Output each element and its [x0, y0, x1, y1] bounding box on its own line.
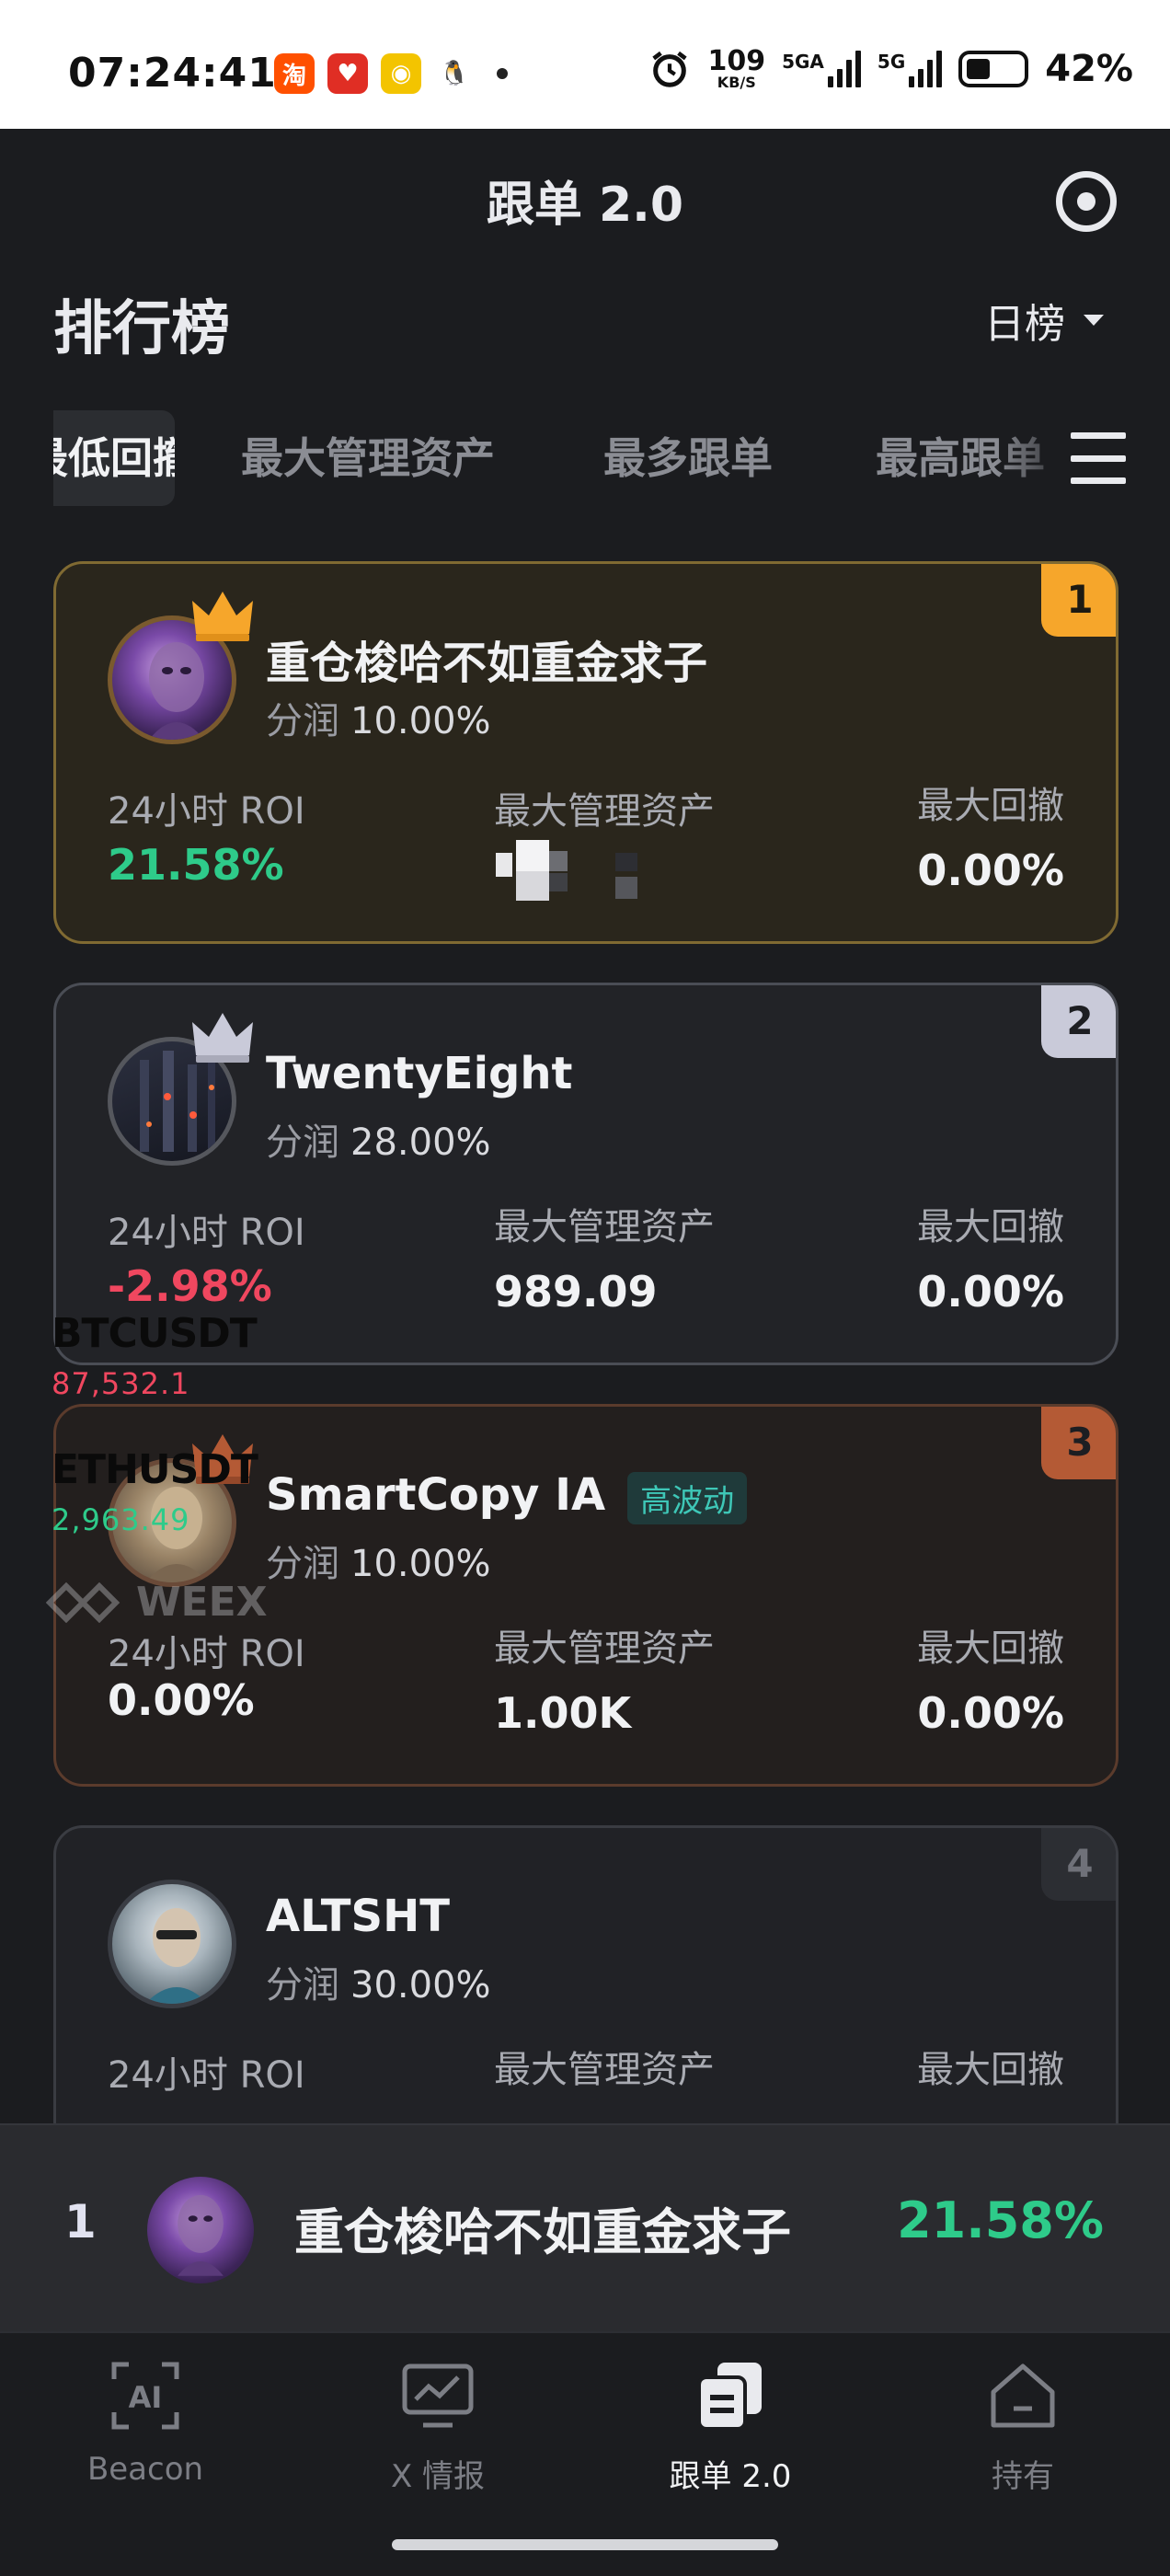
rank-badge: 4	[1041, 1828, 1116, 1901]
drawdown-label: 最大回撤	[917, 785, 1064, 827]
tab-most-copies[interactable]: 最多跟单	[603, 410, 773, 506]
roi-label: 24小时 ROI	[108, 2054, 305, 2097]
profit-share: 分润 10.00%	[266, 1543, 491, 1585]
network-speed: 109 KB/S	[707, 45, 766, 91]
signal-5g-icon: 5G	[878, 51, 943, 87]
profit-share: 分润 28.00%	[266, 1121, 491, 1164]
pinduoduo-icon: ♥	[327, 53, 368, 94]
weex-watermark: WEEX	[46, 1579, 268, 1626]
battery-icon	[958, 51, 1029, 87]
roi-label: 24小时 ROI	[108, 1633, 305, 1675]
pinned-rank: 1	[64, 2195, 97, 2248]
trader-card[interactable]: 1 重仓梭哈不如重金求子 分润 10.00% 24小时 ROI 最大管理资产 最大…	[53, 561, 1118, 944]
aum-label: 最大管理资产	[494, 1206, 715, 1248]
avatar[interactable]	[108, 1880, 236, 2008]
nav-beacon[interactable]: AI Beacon	[44, 2359, 247, 2488]
home-icon	[986, 2359, 1060, 2432]
rank-badge: 2	[1041, 985, 1116, 1058]
tab-max-aum[interactable]: 最大管理资产	[241, 410, 495, 506]
weibo-icon: ◉	[381, 53, 421, 94]
aum-value: 1.00K	[494, 1688, 632, 1738]
masked-aum-value	[496, 840, 643, 904]
ticker-price: 87,532.1	[52, 1366, 190, 1401]
ticker-btc[interactable]: BTCUSDT 87,532.1	[52, 1310, 258, 1401]
roi-label: 24小时 ROI	[108, 1212, 305, 1254]
qq-icon: 🐧	[434, 53, 475, 94]
roi-value: 0.00%	[108, 1675, 255, 1725]
ticker-price: 2,963.49	[52, 1502, 190, 1537]
taobao-icon: 淘	[274, 53, 315, 94]
pinned-roi: 21.58%	[897, 2191, 1104, 2249]
tabs-fade	[995, 410, 1078, 506]
rank-badge: 3	[1041, 1407, 1116, 1479]
roi-value: 21.58%	[108, 840, 284, 890]
status-bar: 07:24:41 淘 ♥ ◉ 🐧 109 KB/S 5GA 5G 42%	[0, 0, 1170, 129]
profit-share: 分润 10.00%	[266, 700, 491, 742]
page-title: 排行榜	[53, 295, 230, 363]
monitor-chart-icon	[401, 2359, 475, 2432]
trader-name: TwentyEight	[266, 1048, 573, 1099]
alarm-icon	[652, 51, 688, 87]
avatar	[147, 2177, 254, 2283]
profit-share: 分润 30.00%	[266, 1964, 491, 2007]
more-notifications-dot	[497, 68, 508, 79]
signal-5ga-icon: 5GA	[782, 51, 861, 87]
aum-label: 最大管理资产	[494, 790, 715, 833]
pinned-name: 重仓梭哈不如重金求子	[294, 2203, 791, 2261]
ticker-symbol: BTCUSDT	[52, 1310, 258, 1357]
svg-text:AI: AI	[129, 2380, 163, 2415]
battery-percent: 42%	[1045, 48, 1133, 90]
menu-icon[interactable]	[1071, 432, 1126, 484]
weex-logo-icon	[46, 1581, 120, 1623]
tab-lowest-drawdown[interactable]: 最低回撤	[53, 410, 175, 506]
gold-crown-icon	[192, 592, 253, 641]
drawdown-label: 最大回撤	[917, 1627, 1064, 1670]
target-icon[interactable]	[1056, 171, 1117, 232]
aum-value: 989.09	[494, 1267, 658, 1317]
notification-icons: 淘 ♥ ◉ 🐧	[274, 53, 508, 94]
ticker-symbol: ETHUSDT	[52, 1446, 258, 1493]
high-volatility-tag: 高波动	[627, 1471, 748, 1524]
nav-x-intel[interactable]: X 情报	[337, 2359, 539, 2496]
home-indicator[interactable]	[392, 2539, 778, 2550]
copy-docs-icon	[694, 2359, 767, 2432]
trader-name: ALTSHT	[266, 1891, 451, 1942]
drawdown-label: 最大回撤	[917, 1206, 1064, 1248]
caret-down-icon	[1084, 315, 1104, 326]
nav-copy-trading[interactable]: 跟单 2.0	[629, 2359, 832, 2496]
aum-label: 最大管理资产	[494, 2049, 715, 2091]
aum-label: 最大管理资产	[494, 1627, 715, 1670]
trader-name: SmartCopy IA 高波动	[266, 1469, 748, 1524]
ai-icon: AI	[109, 2359, 182, 2432]
app-header-title: 跟单 2.0	[486, 178, 684, 233]
period-label: 日榜	[984, 301, 1065, 348]
ranking-tabs: 最低回撤 最大管理资产 最多跟单 最高跟单	[0, 410, 1170, 512]
drawdown-label: 最大回撤	[917, 2049, 1064, 2091]
ticker-eth[interactable]: ETHUSDT 2,963.49	[52, 1446, 258, 1537]
silver-crown-icon	[192, 1013, 253, 1063]
roi-value: -2.98%	[108, 1261, 272, 1311]
trader-card[interactable]: 2 TwentyEight 分润 28.00% 24小时 ROI 最大管理资产 最…	[53, 983, 1118, 1365]
nav-holdings[interactable]: 持有	[922, 2359, 1124, 2496]
trader-name: 重仓梭哈不如重金求子	[266, 638, 708, 689]
roi-label: 24小时 ROI	[108, 790, 305, 833]
rank-badge: 1	[1041, 564, 1116, 637]
drawdown-value: 0.00%	[917, 845, 1064, 895]
period-selector[interactable]: 日榜	[984, 291, 1104, 350]
drawdown-value: 0.00%	[917, 1267, 1064, 1317]
status-time: 07:24:41	[68, 50, 277, 97]
drawdown-value: 0.00%	[917, 1688, 1064, 1738]
pinned-leader-bar[interactable]: 1 重仓梭哈不如重金求子 21.58%	[0, 2123, 1170, 2331]
